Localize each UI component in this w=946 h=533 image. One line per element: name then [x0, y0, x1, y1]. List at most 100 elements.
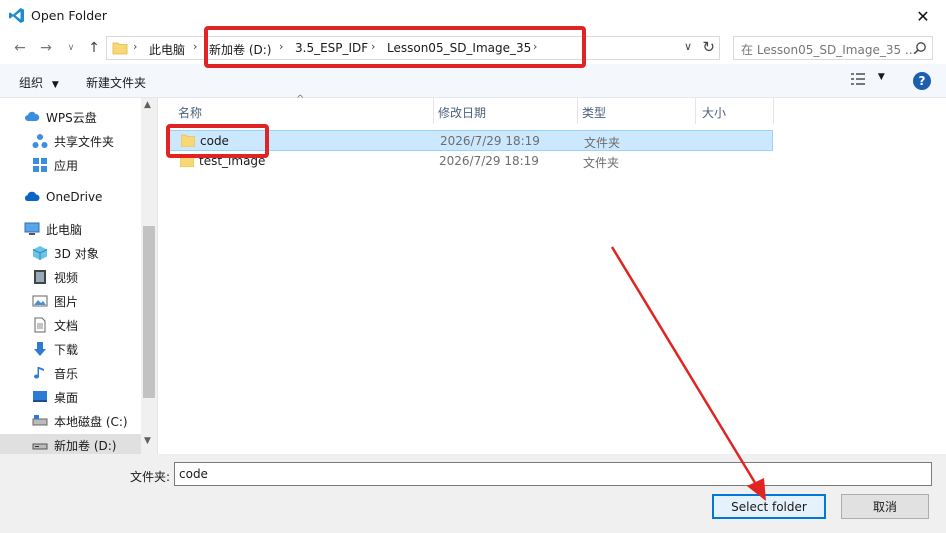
breadcrumb-separator-icon: › [533, 40, 538, 53]
sidebar-item-music[interactable]: 音乐 [32, 362, 78, 384]
sidebar-item-label: 音乐 [54, 366, 79, 381]
sidebar-item-downloads[interactable]: 下载 [32, 338, 78, 360]
folder-icon [181, 134, 195, 147]
file-name: code [200, 134, 229, 148]
sidebar-item-documents[interactable]: 文档 [32, 314, 78, 336]
cancel-button[interactable]: 取消 [841, 494, 929, 519]
file-name: test_image [199, 154, 266, 168]
sidebar-item-desktop[interactable]: 桌面 [32, 386, 78, 408]
navigation-pane: WPS云盘 共享文件夹 应用 OneDrive 此电脑 3D 对象 视频 图片 … [0, 98, 158, 454]
computer-icon [24, 222, 40, 235]
folder-icon [180, 154, 194, 167]
column-label: 名称 [178, 106, 203, 120]
breadcrumb-separator-icon: › [279, 40, 284, 53]
view-list-icon [851, 73, 865, 85]
close-button[interactable]: ✕ [900, 0, 946, 32]
folder-name-input[interactable] [174, 462, 932, 486]
document-icon [34, 317, 46, 333]
organize-label: 组织 [19, 76, 44, 90]
window-title: Open Folder [31, 8, 107, 23]
breadcrumb-separator-icon: › [133, 40, 138, 53]
sidebar-item-label: 此电脑 [46, 222, 83, 237]
column-label: 修改日期 [438, 106, 487, 120]
column-header-size[interactable]: 大小 [696, 98, 774, 124]
breadcrumb-separator-icon: › [371, 40, 376, 53]
select-folder-button[interactable]: Select folder [712, 494, 826, 519]
scrollbar-thumb[interactable] [143, 226, 155, 398]
file-type: 文件夹 [584, 136, 621, 150]
sidebar-item-pictures[interactable]: 图片 [32, 290, 78, 312]
desktop-icon [33, 391, 47, 402]
breadcrumb-separator-icon: › [193, 40, 198, 53]
breadcrumb-esp-idf[interactable]: 3.5_ESP_IDF [295, 41, 368, 55]
scroll-up-icon[interactable]: ▲ [144, 100, 151, 110]
drive-icon [32, 443, 48, 450]
sidebar-item-label: 桌面 [54, 390, 79, 405]
new-folder-button[interactable]: 新建文件夹 [86, 74, 146, 91]
folder-name-label: 文件夹: [130, 470, 171, 484]
sidebar-item-wps-cloud[interactable]: WPS云盘 [24, 106, 97, 128]
search-placeholder: 在 Lesson05_SD_Image_35 ... [741, 43, 917, 57]
back-button[interactable]: ← [10, 38, 30, 58]
file-date: 2026/7/29 18:19 [439, 154, 539, 168]
sidebar-item-label: OneDrive [46, 190, 103, 204]
breadcrumb-lesson-folder[interactable]: Lesson05_SD_Image_35 [387, 41, 531, 55]
pictures-icon [32, 295, 48, 307]
sidebar-item-label: 本地磁盘 (C:) [54, 414, 128, 429]
breadcrumb-this-pc[interactable]: 此电脑 [149, 41, 185, 58]
download-icon [34, 342, 46, 356]
caret-down-icon: ▼ [877, 72, 885, 82]
refresh-icon[interactable]: ↻ [702, 38, 715, 56]
file-row-test-image[interactable]: test_image 2026/7/29 18:19 文件夹 [168, 151, 773, 172]
file-row-code[interactable]: code 2026/7/29 18:19 文件夹 [168, 130, 773, 151]
file-list: 名称 ^ 修改日期 类型 大小 code 2026/7/29 18:19 文件夹… [158, 94, 946, 454]
help-icon[interactable]: ? [913, 72, 931, 90]
file-type: 文件夹 [583, 156, 620, 170]
sidebar-item-label: 新加卷 (D:) [54, 438, 117, 453]
column-header-name[interactable]: 名称 ^ [158, 94, 434, 124]
sidebar-item-label: 应用 [54, 158, 79, 173]
sidebar-item-shared-folder[interactable]: 共享文件夹 [32, 130, 114, 152]
music-icon [34, 367, 44, 379]
sidebar-scrollbar[interactable]: ▲ ▼ [141, 98, 157, 454]
sidebar-item-this-pc[interactable]: 此电脑 [24, 218, 82, 240]
breadcrumb-drive-d[interactable]: 新加卷 (D:) [209, 41, 271, 58]
sidebar-item-label: 下载 [54, 342, 79, 357]
recent-locations-button[interactable]: ∨ [64, 38, 78, 58]
column-header-type[interactable]: 类型 [578, 98, 696, 124]
sidebar-item-apps[interactable]: 应用 [32, 154, 78, 176]
forward-button[interactable]: → [36, 38, 56, 58]
search-input[interactable]: 在 Lesson05_SD_Image_35 ... [733, 36, 933, 60]
address-dropdown-icon[interactable]: ∨ [684, 40, 692, 53]
column-header-date[interactable]: 修改日期 [434, 98, 578, 124]
sidebar-item-label: 共享文件夹 [54, 134, 115, 149]
vscode-icon [9, 8, 24, 23]
up-button[interactable]: ↑ [84, 38, 104, 58]
sidebar-item-label: 文档 [54, 318, 79, 333]
close-icon: ✕ [916, 6, 930, 26]
column-label: 大小 [702, 106, 727, 120]
search-icon [913, 42, 926, 55]
sidebar-item-drive-c[interactable]: 本地磁盘 (C:) [32, 410, 128, 432]
sidebar-item-videos[interactable]: 视频 [32, 266, 78, 288]
sidebar-item-label: 图片 [54, 294, 79, 309]
video-icon [34, 270, 46, 284]
organize-button[interactable]: 组织 ▼ [19, 74, 59, 91]
arrow-up-icon: ↑ [88, 40, 100, 56]
sort-ascending-icon: ^ [296, 94, 305, 105]
sidebar-item-drive-d[interactable]: 新加卷 (D:) [0, 434, 141, 454]
onedrive-icon [24, 191, 40, 201]
command-bar: 组织 ▼ 新建文件夹 ▼ ? [0, 64, 946, 98]
address-bar[interactable]: › 此电脑 › 新加卷 (D:) › 3.5_ESP_IDF › Lesson0… [106, 36, 720, 60]
sidebar-item-label: 视频 [54, 270, 79, 285]
file-date: 2026/7/29 18:19 [440, 134, 540, 148]
cube-icon [32, 246, 48, 260]
arrow-left-icon: ← [14, 40, 26, 56]
caret-down-icon: ▼ [51, 80, 59, 90]
share-icon [32, 134, 48, 148]
view-options-button[interactable]: ▼ [850, 72, 885, 89]
scroll-down-icon[interactable]: ▼ [144, 436, 151, 446]
sidebar-item-3d-objects[interactable]: 3D 对象 [32, 242, 99, 264]
drive-icon [32, 415, 48, 426]
sidebar-item-onedrive[interactable]: OneDrive [24, 186, 102, 208]
